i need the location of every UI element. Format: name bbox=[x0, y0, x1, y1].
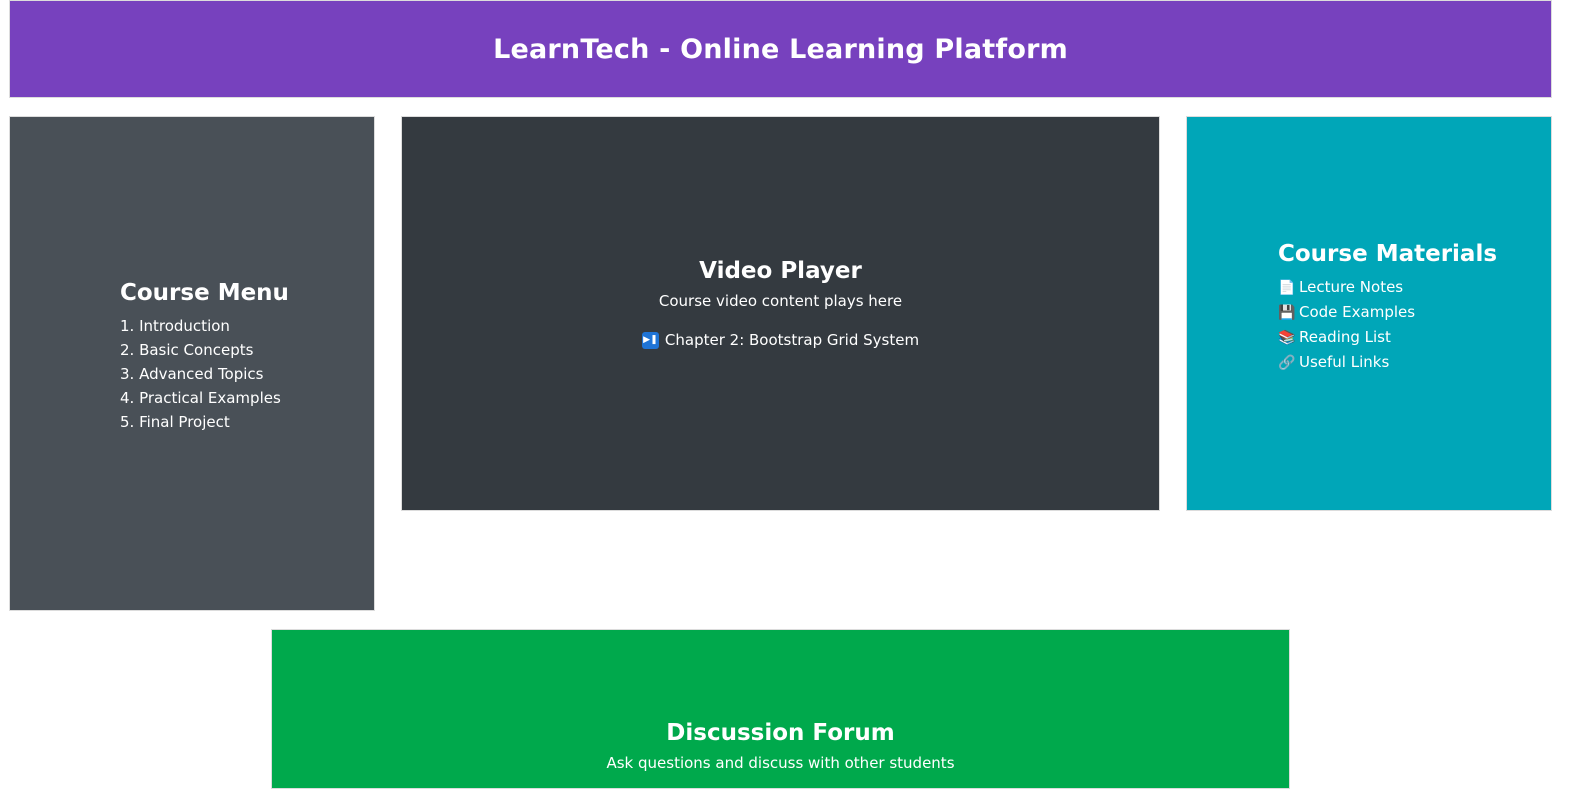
course-materials-list: 📄 Lecture Notes 💾 Code Examples 📚 Reading L… bbox=[1278, 275, 1497, 375]
course-menu-list: 1. Introduction 2. Basic Concepts 3. Adv… bbox=[120, 314, 289, 434]
course-menu-title: Course Menu bbox=[120, 280, 289, 306]
material-item-code-examples[interactable]: 💾 Code Examples bbox=[1278, 300, 1497, 325]
course-menu-item[interactable]: 4. Practical Examples bbox=[120, 386, 289, 410]
discussion-forum-panel[interactable]: Discussion Forum Ask questions and discu… bbox=[271, 629, 1290, 789]
site-title: LearnTech - Online Learning Platform bbox=[493, 33, 1068, 65]
current-chapter-label: Chapter 2: Bootstrap Grid System bbox=[664, 331, 920, 349]
course-menu-item[interactable]: 1. Introduction bbox=[120, 314, 289, 338]
course-materials-title: Course Materials bbox=[1278, 241, 1498, 267]
material-item-label: Useful Links bbox=[1299, 353, 1390, 371]
video-player-panel[interactable]: Video Player Course video content plays … bbox=[401, 116, 1160, 511]
site-header: LearnTech - Online Learning Platform bbox=[9, 0, 1552, 98]
material-item-reading-list[interactable]: 📚 Reading List bbox=[1278, 325, 1497, 350]
course-menu-item[interactable]: 3. Advanced Topics bbox=[120, 362, 289, 386]
floppy-disk-icon: 💾 bbox=[1278, 305, 1296, 321]
material-item-label: Code Examples bbox=[1299, 303, 1416, 321]
course-menu-item[interactable]: 2. Basic Concepts bbox=[120, 338, 289, 362]
books-icon: 📚 bbox=[1278, 330, 1296, 346]
discussion-forum-title: Discussion Forum bbox=[666, 720, 895, 746]
current-chapter[interactable]: ▶❚ Chapter 2: Bootstrap Grid System bbox=[641, 331, 920, 349]
course-menu-item[interactable]: 5. Final Project bbox=[120, 410, 289, 434]
link-icon: 🔗 bbox=[1278, 355, 1296, 371]
video-player-subtitle: Course video content plays here bbox=[658, 292, 903, 310]
material-item-label: Lecture Notes bbox=[1299, 278, 1404, 296]
course-menu-panel: Course Menu 1. Introduction 2. Basic Con… bbox=[9, 116, 375, 611]
play-pause-icon[interactable]: ▶❚ bbox=[641, 331, 659, 349]
discussion-forum-subtitle: Ask questions and discuss with other stu… bbox=[606, 754, 955, 772]
material-item-lecture-notes[interactable]: 📄 Lecture Notes bbox=[1278, 275, 1497, 300]
material-item-label: Reading List bbox=[1299, 328, 1391, 346]
document-icon: 📄 bbox=[1278, 280, 1296, 296]
material-item-useful-links[interactable]: 🔗 Useful Links bbox=[1278, 350, 1497, 375]
video-player-title: Video Player bbox=[699, 258, 862, 284]
course-materials-panel: Course Materials 📄 Lecture Notes 💾 Code Ex… bbox=[1186, 116, 1552, 511]
